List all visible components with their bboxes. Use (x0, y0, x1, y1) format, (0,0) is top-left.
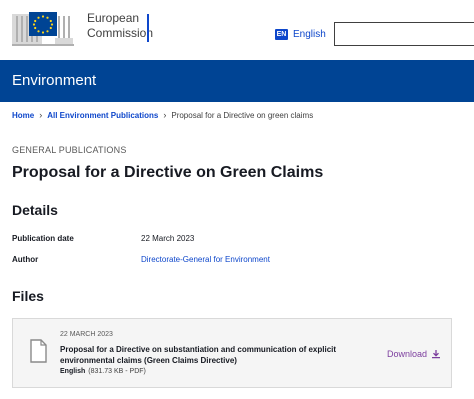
download-icon (432, 350, 441, 359)
page-kicker: GENERAL PUBLICATIONS (12, 145, 127, 155)
page-title: Proposal for a Directive on Green Claims (12, 164, 324, 181)
files-heading: Files (12, 288, 44, 304)
european-commission-logo[interactable]: European Commission (12, 8, 153, 48)
download-link[interactable]: Download (387, 349, 441, 359)
search-input[interactable] (334, 22, 474, 46)
breadcrumb-publications-link[interactable]: All Environment Publications (47, 111, 158, 120)
language-selector[interactable]: EN English (275, 27, 326, 41)
breadcrumb-current: Proposal for a Directive on green claims (171, 110, 314, 120)
language-icon: EN (275, 28, 288, 40)
file-meta: English (831.73 KB - PDF) (60, 368, 146, 375)
file-item: 22 MARCH 2023 Proposal for a Directive o… (12, 318, 452, 388)
chevron-right-icon: › (163, 110, 167, 120)
site-header: European Commission EN English (0, 0, 474, 60)
site-name[interactable]: Environment (12, 72, 96, 89)
file-icon (30, 339, 47, 368)
file-language: English (60, 368, 86, 375)
logo-divider (147, 14, 149, 42)
author-link[interactable]: Directorate-General for Environment (141, 255, 270, 264)
logo-text-line2: Commission (87, 26, 154, 40)
publication-date-label: Publication date (12, 234, 74, 243)
language-label: English (293, 28, 326, 40)
author-label: Author (12, 255, 39, 264)
details-heading: Details (12, 202, 58, 218)
chevron-right-icon: › (39, 110, 43, 120)
breadcrumb-home-link[interactable]: Home (12, 111, 34, 120)
publication-date-value: 22 March 2023 (141, 234, 195, 243)
file-title: Proposal for a Directive on substantiati… (60, 345, 337, 365)
site-banner: Environment (0, 60, 474, 102)
logo-text: European Commission (87, 11, 153, 41)
download-label: Download (387, 349, 428, 359)
eu-flag-logo (12, 10, 90, 48)
file-size: (831.73 KB - PDF) (88, 368, 146, 375)
file-date: 22 MARCH 2023 (60, 331, 113, 338)
breadcrumb: Home › All Environment Publications › Pr… (12, 110, 313, 120)
logo-text-line1: European (87, 11, 140, 25)
